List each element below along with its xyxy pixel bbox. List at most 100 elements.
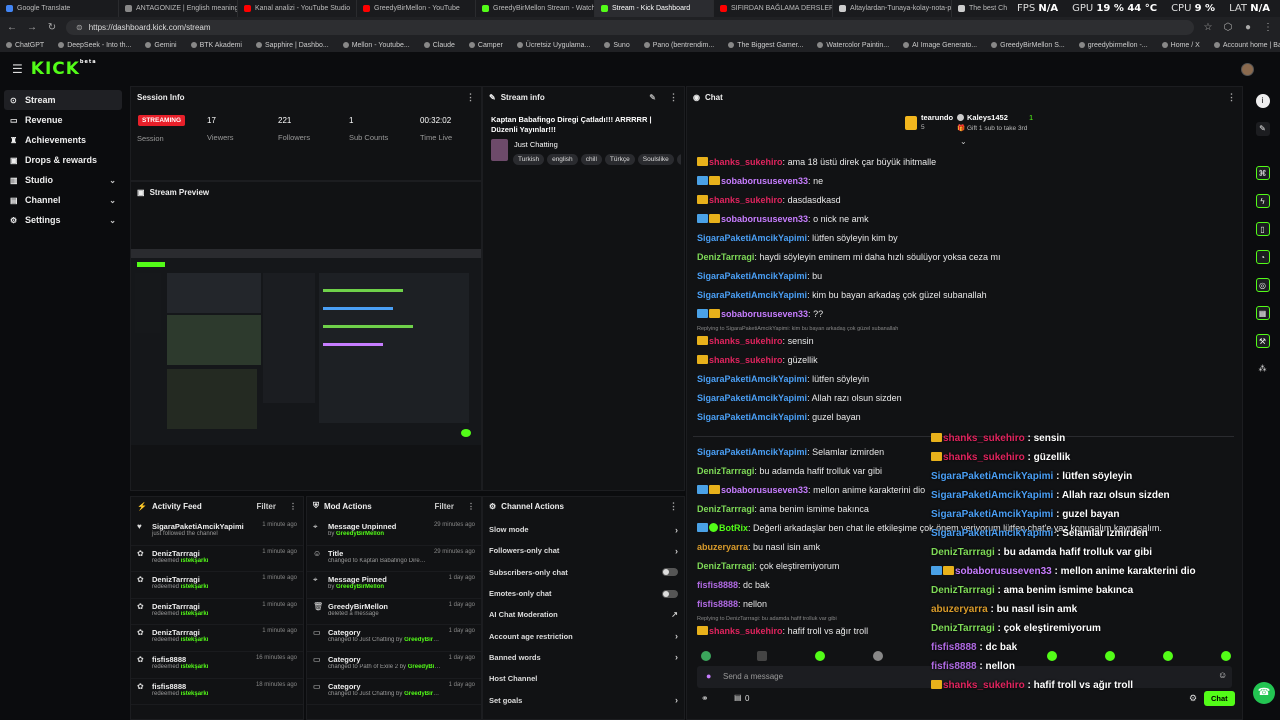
activity-username[interactable]: DenizTarrragi bbox=[152, 575, 256, 584]
bookmark-item[interactable]: greedybirmellon -... bbox=[1078, 42, 1148, 49]
reply-context[interactable]: Replying to SigaraPaketiAmcikYapimi: kim… bbox=[697, 326, 898, 332]
mod-action-user[interactable]: GreedyBirMellon bbox=[404, 637, 443, 643]
microphone-icon[interactable]: ● bbox=[706, 671, 711, 681]
emote-icon[interactable] bbox=[815, 651, 825, 661]
bookmark-item[interactable]: GreedyBirMellon S... bbox=[991, 42, 1065, 49]
wrench-icon[interactable]: ⚒ bbox=[1255, 334, 1270, 348]
kick-logo[interactable]: KICKbeta bbox=[31, 59, 97, 79]
chat-username[interactable]: BotRix bbox=[719, 523, 748, 533]
url-input[interactable]: ⊜ https://dashboard.kick.com/stream bbox=[66, 20, 1194, 35]
chat-username[interactable]: fisfis8888 bbox=[697, 599, 738, 609]
chat-settings-icon[interactable]: ⚙ bbox=[1189, 693, 1197, 704]
sidebar-item-settings[interactable]: ⚙ Settings ⌄ bbox=[4, 210, 122, 230]
activity-username[interactable]: fisfis8888 bbox=[152, 655, 250, 664]
profile-icon[interactable]: ● bbox=[1242, 22, 1254, 34]
extensions-icon[interactable]: ⬡ bbox=[1222, 22, 1234, 34]
info-icon[interactable]: i bbox=[1255, 94, 1270, 108]
stream-preview-video[interactable] bbox=[131, 249, 481, 445]
more-icon[interactable]: ⋮ bbox=[669, 501, 678, 512]
stream-tag[interactable]: english bbox=[547, 154, 578, 165]
emote-icon[interactable] bbox=[873, 651, 883, 661]
toggle-switch[interactable] bbox=[662, 568, 678, 577]
chat-username[interactable]: DenizTarrragi bbox=[697, 466, 754, 476]
viewer-list-icon[interactable]: ▤ bbox=[734, 693, 742, 702]
star-icon[interactable]: ☆ bbox=[1202, 22, 1214, 34]
chat-username[interactable]: DenizTarrragi bbox=[697, 504, 754, 514]
pencil-icon[interactable]: ✎ bbox=[1255, 122, 1270, 136]
channel-action-set-goals[interactable]: Set goals › bbox=[483, 689, 684, 710]
browser-menu-icon[interactable]: ⋮ bbox=[1262, 22, 1274, 34]
chat-username[interactable]: SigaraPaketiAmcikYapimi bbox=[697, 233, 807, 243]
browser-tab[interactable]: GreedyBirMellon Stream - Watch bbox=[476, 0, 595, 17]
filter-button[interactable]: Filter bbox=[256, 502, 276, 511]
chat-username[interactable]: SigaraPaketiAmcikYapimi bbox=[697, 447, 807, 457]
reply-context[interactable]: Replying to DenizTarrragi: bu adamda haf… bbox=[697, 616, 837, 622]
chat-username[interactable]: shanks_sukehiro bbox=[709, 626, 783, 636]
pencil-icon[interactable]: ✎ bbox=[649, 93, 656, 102]
chat-username[interactable]: fisfis8888 bbox=[697, 580, 738, 590]
activity-username[interactable]: fisfis8888 bbox=[152, 682, 250, 691]
bookmark-item[interactable]: DeepSeek - Into th... bbox=[58, 42, 131, 49]
sidebar-item-channel[interactable]: ▤ Channel ⌄ bbox=[4, 190, 122, 210]
emote-icon[interactable] bbox=[1163, 651, 1173, 661]
browser-tab[interactable]: Altaylardan-Tunaya-kolay-nota-p bbox=[833, 0, 952, 17]
sidebar-item-achievements[interactable]: ♜ Achievements bbox=[4, 130, 122, 150]
emote-icon[interactable] bbox=[701, 651, 711, 661]
browser-tab[interactable]: SIFIRDAN BAĞLAMA DERSLERİ 6 | bbox=[714, 0, 833, 17]
emote-icon[interactable] bbox=[1047, 651, 1057, 661]
mod-action-user[interactable]: GreedyBirMellon bbox=[336, 531, 384, 537]
bookmark-item[interactable]: Claude bbox=[423, 42, 455, 49]
chat-username[interactable]: shanks_sukehiro bbox=[709, 157, 783, 167]
mod-action-user[interactable]: GreedyBirMellon bbox=[404, 691, 443, 697]
bookmark-item[interactable]: ChatGPT bbox=[6, 42, 44, 49]
more-icon[interactable]: ⋮ bbox=[289, 502, 297, 511]
hamburger-menu-icon[interactable]: ☰ bbox=[12, 62, 23, 76]
bookmark-item[interactable]: Home / X bbox=[1161, 42, 1200, 49]
chat-username[interactable]: SigaraPaketiAmcikYapimi bbox=[697, 412, 807, 422]
bookmark-item[interactable]: Account home | Ba... bbox=[1213, 42, 1280, 49]
support-chat-icon[interactable]: ☎ bbox=[1253, 682, 1275, 704]
channel-action-ai-chat-moderation[interactable]: AI Chat Moderation ↗ bbox=[483, 604, 684, 625]
chat-username[interactable]: SigaraPaketiAmcikYapimi bbox=[697, 393, 807, 403]
expand-chevron-icon[interactable]: ⌄ bbox=[960, 137, 967, 146]
toggle-switch[interactable] bbox=[662, 589, 678, 598]
channel-action-emotes-only-chat[interactable]: Emotes-only chat bbox=[483, 583, 684, 604]
activity-username[interactable]: DenizTarrragi bbox=[152, 549, 256, 558]
chat-username[interactable]: SigaraPaketiAmcikYapimi bbox=[697, 271, 807, 281]
browser-tab[interactable]: Kanal analizi - YouTube Studio bbox=[238, 0, 357, 17]
chat-username[interactable]: DenizTarrragi bbox=[697, 561, 754, 571]
bookmark-item[interactable]: Watercolor Paintin... bbox=[817, 42, 889, 49]
stream-tag[interactable]: chill bbox=[580, 154, 602, 165]
grid-icon[interactable]: ⌘ bbox=[1255, 166, 1270, 180]
mod-action-user[interactable]: GreedyBirMellon bbox=[408, 664, 443, 670]
bookmark-item[interactable]: BTK Akademi bbox=[190, 42, 242, 49]
more-icon[interactable]: ⋮ bbox=[669, 92, 678, 103]
browser-tab[interactable]: ANTAGONIZE | English meaning - bbox=[119, 0, 238, 17]
chat-username[interactable]: SigaraPaketiAmcikYapimi bbox=[697, 374, 807, 384]
more-icon[interactable]: ⋮ bbox=[1227, 92, 1236, 103]
channel-action-subscribers-only-chat[interactable]: Subscribers-only chat bbox=[483, 562, 684, 583]
bookmark-item[interactable]: AI Image Generato... bbox=[903, 42, 977, 49]
browser-tab[interactable]: Stream - Kick Dashboard bbox=[595, 0, 714, 17]
chat-username[interactable]: sobaborususeven33 bbox=[721, 176, 808, 186]
filter-button[interactable]: Filter bbox=[434, 502, 454, 511]
gifter-2-name[interactable]: Kaleys1452 bbox=[967, 113, 1008, 122]
gift-hint[interactable]: Gift 1 sub to take 3rd bbox=[967, 125, 1027, 132]
more-icon[interactable]: ⋮ bbox=[466, 92, 475, 103]
bookmark-item[interactable]: Gemini bbox=[145, 42, 177, 49]
mod-action-user[interactable]: GreedyBirMellon bbox=[336, 584, 384, 590]
chat-bubble-icon[interactable]: ◔ bbox=[1255, 250, 1270, 264]
sidebar-item-stream[interactable]: ⊙ Stream bbox=[4, 90, 122, 110]
emote-icon[interactable] bbox=[1105, 651, 1115, 661]
calendar-icon[interactable]: ▦ bbox=[1255, 306, 1270, 320]
bookmark-item[interactable]: Suno bbox=[604, 42, 630, 49]
back-icon[interactable]: ← bbox=[6, 22, 18, 34]
more-icon[interactable]: ⋮ bbox=[467, 502, 475, 511]
lightning-icon[interactable]: ϟ bbox=[1255, 194, 1270, 208]
activity-username[interactable]: SigaraPaketiAmcikYapimi bbox=[152, 522, 256, 531]
broadcast-icon[interactable]: ◎ bbox=[1255, 278, 1270, 292]
channel-action-banned-words[interactable]: Banned words › bbox=[483, 647, 684, 668]
channel-action-host-channel[interactable]: Host Channel bbox=[483, 668, 684, 689]
browser-tab[interactable]: Google Translate bbox=[0, 0, 119, 17]
sidebar-item-drops[interactable]: ▣ Drops & rewards bbox=[4, 150, 122, 170]
